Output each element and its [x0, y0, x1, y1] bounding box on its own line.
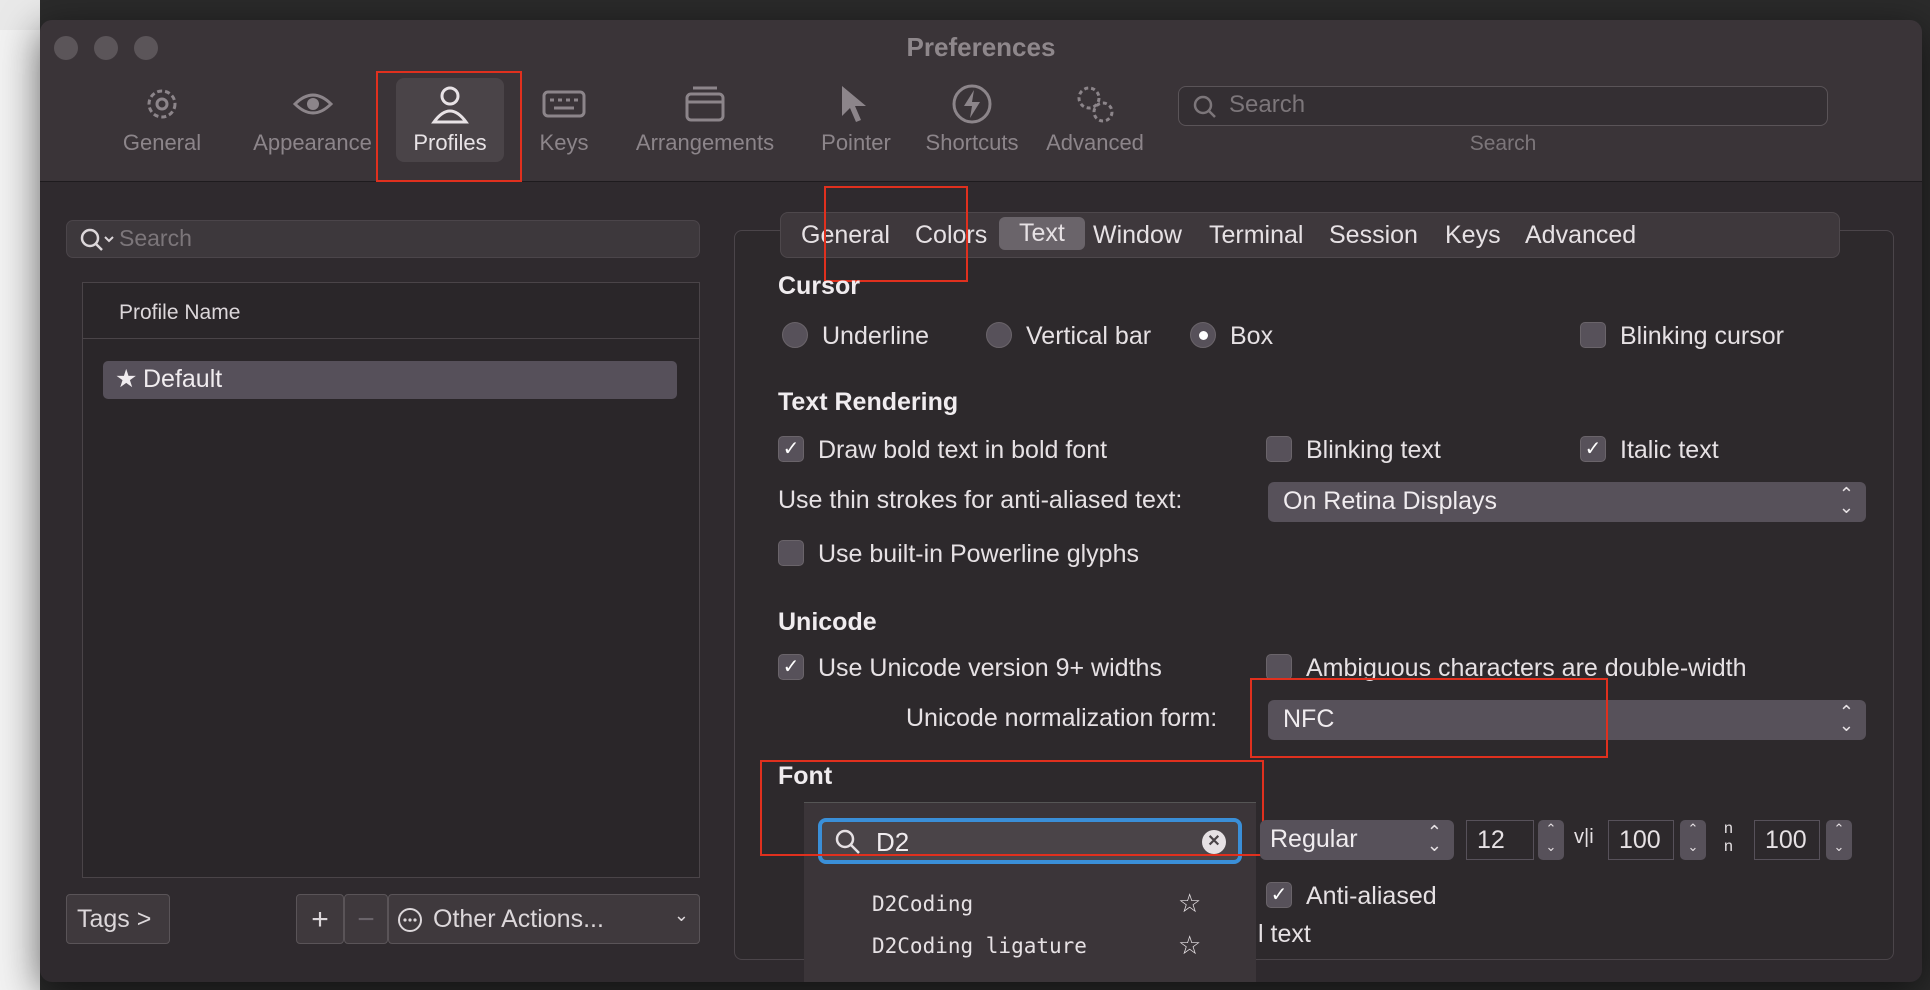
unicode-v9-checkbox[interactable]: ✓ — [778, 654, 804, 680]
text-rendering-section-title: Text Rendering — [778, 388, 959, 416]
ambiguous-width-checkbox[interactable] — [1266, 654, 1292, 680]
search-label: Search — [1469, 132, 1537, 155]
cursor-box-radio[interactable] — [1190, 322, 1216, 348]
thin-strokes-select[interactable]: On Retina Displays ⌃ ⌄ — [1268, 482, 1866, 522]
other-actions-menu[interactable]: Other Actions... ⌄ — [388, 894, 700, 944]
toolbar-advanced[interactable]: Advanced — [1040, 82, 1150, 156]
tags-button[interactable]: Tags > — [66, 894, 170, 944]
tab-terminal[interactable]: Terminal — [1209, 221, 1303, 250]
eye-icon — [291, 82, 335, 126]
gear-icon — [140, 82, 184, 126]
remove-profile-button[interactable]: − — [344, 894, 388, 944]
pointer-icon — [834, 82, 878, 126]
tab-advanced[interactable]: Advanced — [1525, 221, 1636, 250]
vertical-spacing-stepper[interactable]: ⌃ ⌄ — [1826, 820, 1852, 860]
profile-row-default[interactable]: ★ Default — [103, 361, 677, 399]
toolbar-pointer[interactable]: Pointer — [806, 82, 906, 156]
font-size-stepper[interactable]: ⌃ ⌄ — [1538, 820, 1564, 860]
ellipsis-circle-icon — [398, 908, 422, 932]
highlight-normalization — [1250, 678, 1608, 758]
profile-list: Profile Name ★ Default — [82, 282, 700, 878]
bold-font-checkbox[interactable]: ✓ — [778, 436, 804, 462]
tab-session[interactable]: Session — [1329, 221, 1418, 250]
tab-text[interactable]: Text — [999, 217, 1085, 250]
font-size-field[interactable]: 12 — [1466, 820, 1534, 860]
favorite-star-icon[interactable]: ☆ — [1178, 888, 1201, 919]
cursor-box-label: Box — [1230, 322, 1274, 350]
unicode-section-title: Unicode — [778, 608, 877, 636]
highlight-font-search — [760, 760, 1264, 856]
toolbar: Preferences General Appearance Profiles … — [40, 20, 1922, 182]
powerline-label: Use built-in Powerline glyphs — [818, 540, 1139, 568]
horizontal-spacing-icon: v|i — [1574, 826, 1594, 848]
search-icon — [80, 228, 114, 251]
vertical-spacing-field[interactable]: 100 — [1754, 820, 1820, 860]
toolbar-shortcuts[interactable]: Shortcuts — [912, 82, 1032, 156]
anti-aliased-checkbox[interactable]: ✓ — [1266, 882, 1292, 908]
normalization-label: Unicode normalization form: — [906, 704, 1218, 732]
blinking-cursor-checkbox[interactable] — [1580, 322, 1606, 348]
blinking-cursor-label: Blinking cursor — [1620, 322, 1784, 350]
add-profile-button[interactable]: + — [296, 894, 344, 944]
powerline-checkbox[interactable] — [778, 540, 804, 566]
background-window-strip — [0, 30, 40, 990]
favorite-star-icon[interactable]: ☆ — [1178, 930, 1201, 961]
thin-strokes-label: Use thin strokes for anti-aliased text: — [778, 486, 1183, 514]
highlight-text-tab — [824, 186, 968, 282]
toolbar-search-input[interactable]: Search — [1178, 86, 1828, 126]
anti-aliased-label: Anti-aliased — [1306, 882, 1437, 910]
toolbar-general[interactable]: General — [112, 82, 212, 156]
bold-font-label: Draw bold text in bold font — [818, 436, 1108, 464]
italic-text-checkbox[interactable]: ✓ — [1580, 436, 1606, 462]
cursor-section-title: Cursor — [778, 272, 860, 300]
tab-keys[interactable]: Keys — [1445, 221, 1501, 250]
chevron-down-icon: ⌄ — [673, 905, 689, 925]
font-result-d2coding-ligature[interactable]: D2Coding ligature — [872, 934, 1087, 958]
font-style-select[interactable]: Regular ⌃ ⌄ — [1260, 820, 1454, 860]
bolt-icon — [950, 82, 994, 126]
cursor-vertical-bar-radio[interactable] — [986, 322, 1012, 348]
star-icon: ★ — [115, 365, 138, 393]
updown-chevron-icon: ⌃ ⌄ — [1426, 822, 1442, 855]
partially-hidden-option-label: l text — [1258, 920, 1311, 948]
horizontal-spacing-field[interactable]: 100 — [1608, 820, 1674, 860]
window-stack-icon — [683, 82, 727, 126]
cursor-vertical-bar-label: Vertical bar — [1026, 322, 1152, 350]
profile-search-input[interactable]: Search — [66, 220, 700, 258]
tab-window[interactable]: Window — [1093, 221, 1182, 250]
highlight-profiles-tab — [376, 71, 522, 182]
preferences-window: Preferences General Appearance Profiles … — [40, 20, 1922, 982]
cursor-underline-radio[interactable] — [782, 322, 808, 348]
font-result-d2coding[interactable]: D2Coding — [872, 892, 973, 916]
updown-chevron-icon: ⌃ ⌄ — [1838, 484, 1854, 517]
blinking-text-label: Blinking text — [1306, 436, 1441, 464]
search-icon — [1193, 95, 1216, 118]
unicode-v9-label: Use Unicode version 9+ widths — [818, 654, 1162, 682]
cursor-underline-label: Underline — [822, 322, 930, 350]
keyboard-icon — [542, 82, 586, 126]
updown-chevron-icon: ⌃ ⌄ — [1838, 702, 1854, 735]
horizontal-spacing-stepper[interactable]: ⌃ ⌄ — [1680, 820, 1706, 860]
blinking-text-checkbox[interactable] — [1266, 436, 1292, 462]
toolbar-arrangements[interactable]: Arrangements — [630, 82, 780, 156]
gears-icon — [1073, 82, 1117, 126]
profile-name-column-header[interactable]: Profile Name — [83, 283, 699, 339]
window-title: Preferences — [906, 32, 1056, 62]
toolbar-keys[interactable]: Keys — [524, 82, 604, 156]
vertical-spacing-icon: nn — [1724, 820, 1733, 855]
italic-text-label: Italic text — [1620, 436, 1719, 464]
toolbar-appearance[interactable]: Appearance — [250, 82, 375, 156]
